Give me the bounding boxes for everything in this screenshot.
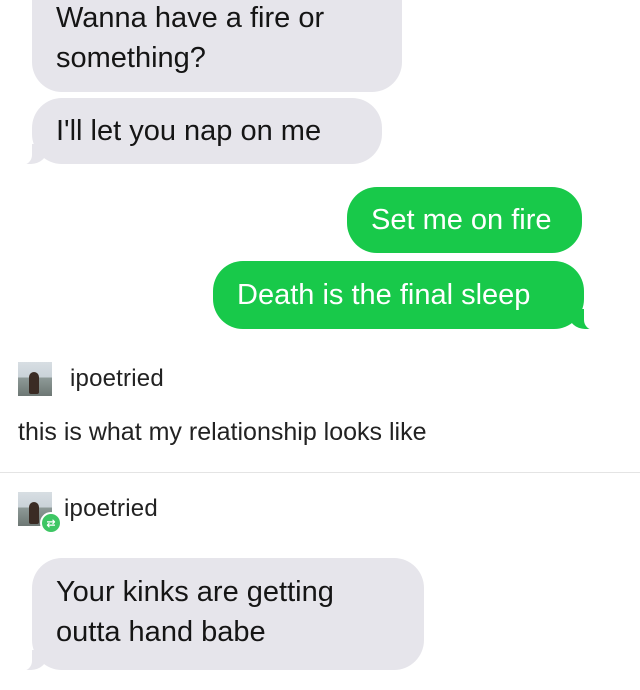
received-message-bubble: Your kinks are getting outta hand babe: [16, 558, 424, 671]
message-text: Set me on fire: [371, 204, 552, 236]
message-text: Death is the final sleep: [237, 279, 531, 311]
message-text: I'll let you nap on me: [56, 115, 322, 147]
screenshot-page: Wanna have a fire or something? I'll let…: [0, 0, 640, 690]
username-link[interactable]: ipoetried: [70, 365, 164, 393]
received-message-bubble: I'll let you nap on me: [16, 98, 382, 165]
username-link[interactable]: ipoetried: [64, 495, 158, 523]
post-header: ipoetried: [18, 362, 164, 396]
sent-message-bubble: Set me on fire: [347, 187, 582, 253]
message-line: Wanna have a fire or: [56, 2, 325, 34]
post-divider: [0, 472, 640, 473]
post-comment: this is what my relationship looks like: [18, 418, 427, 446]
message-line: something?: [56, 42, 206, 74]
received-message-bubble: Wanna have a fire or something?: [32, 0, 402, 92]
message-line: Your kinks are getting: [56, 576, 334, 608]
message-line: outta hand babe: [56, 616, 266, 648]
avatar-wrapper: ⇄: [18, 492, 62, 534]
avatar[interactable]: [18, 362, 52, 396]
post-header: ⇄ ipoetried: [18, 492, 158, 534]
sent-message-bubble: Death is the final sleep: [213, 261, 600, 330]
retweet-icon: ⇄: [40, 512, 62, 534]
